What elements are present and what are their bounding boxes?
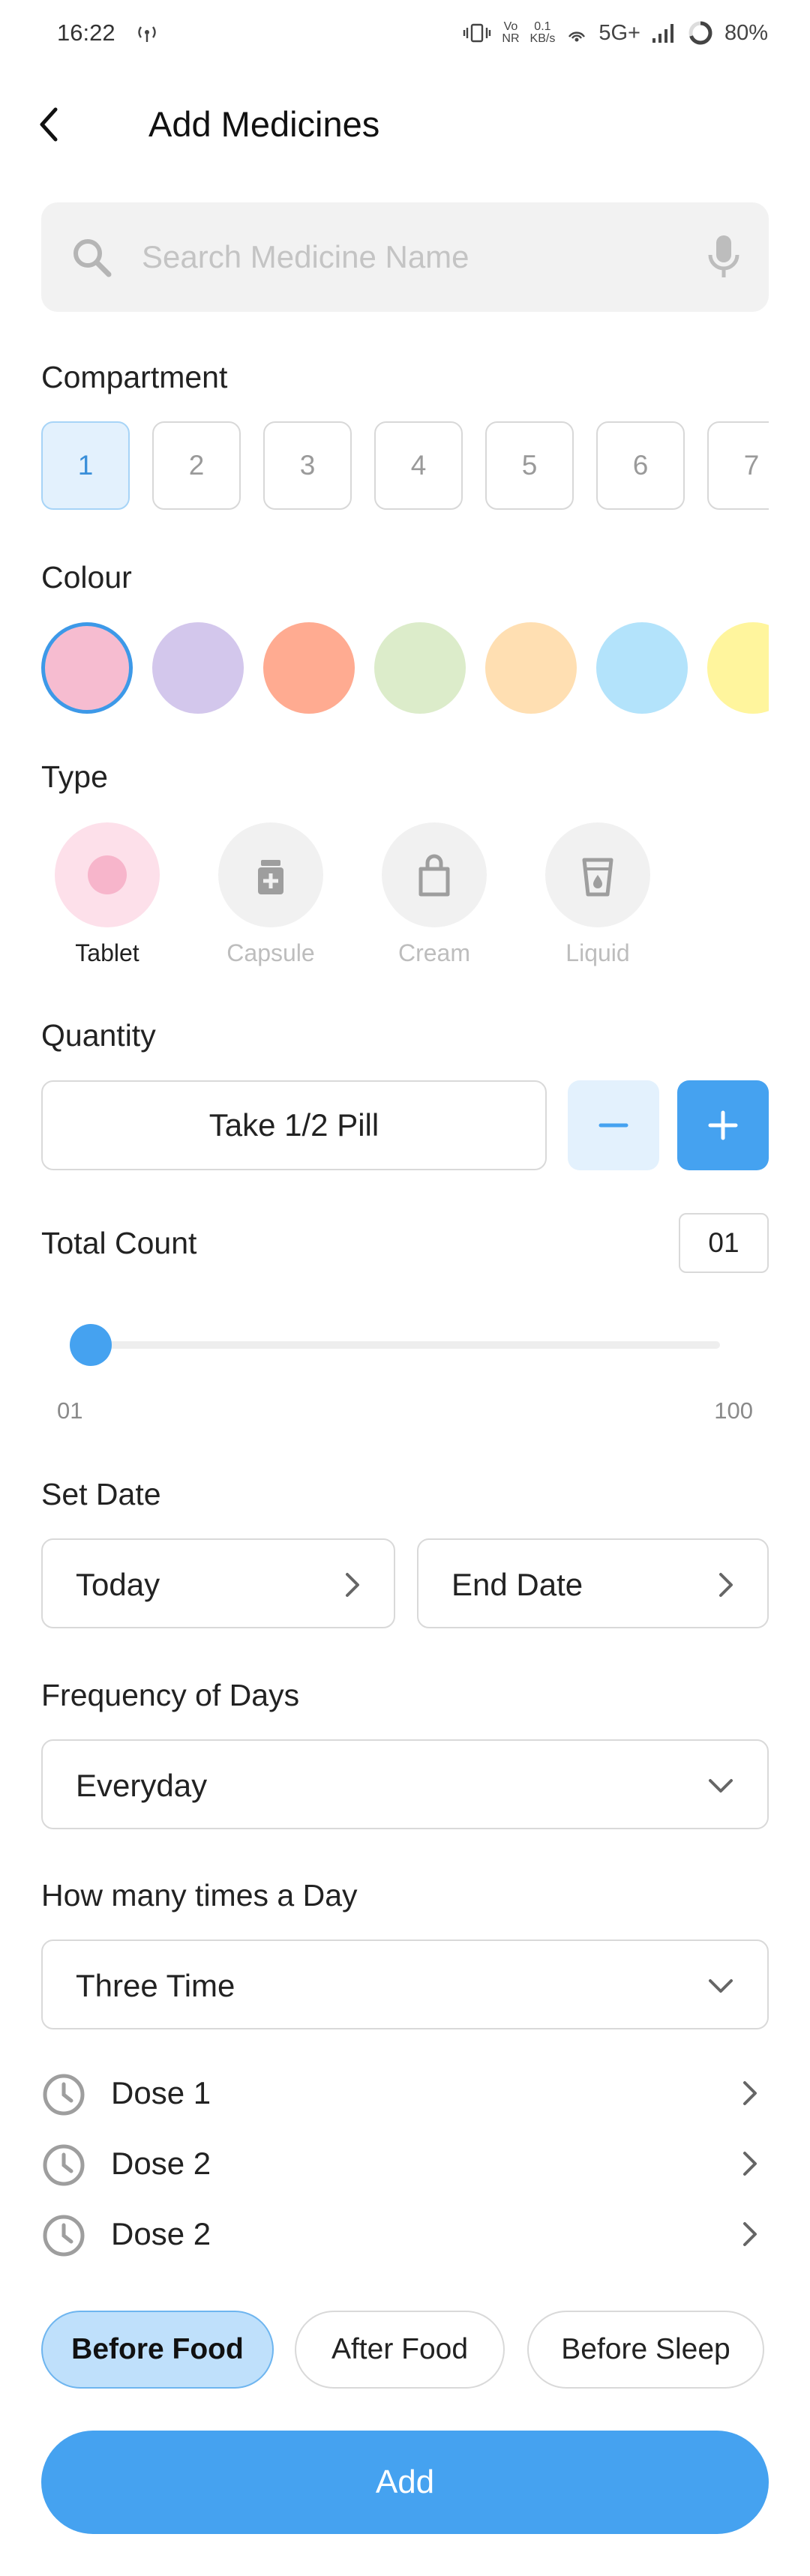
- volte-indicator: Vo NR: [502, 20, 520, 45]
- type-liquid-label: Liquid: [566, 939, 630, 966]
- vibrate-icon: [464, 23, 491, 43]
- end-date-field[interactable]: End Date: [417, 1538, 769, 1628]
- after-food-button[interactable]: After Food: [295, 2311, 505, 2389]
- battery-percent: 80%: [724, 20, 768, 45]
- status-bar: 16:22 Vo NR 0.1 KB/s 5G+ 80%: [0, 0, 810, 64]
- chevron-right-icon: [739, 2077, 761, 2113]
- clock-icon: [41, 2213, 86, 2262]
- chevron-down-icon: [704, 1969, 737, 2006]
- increase-quantity-button[interactable]: [677, 1080, 769, 1170]
- start-date-value: Today: [76, 1567, 160, 1602]
- slider-min-label: 01: [57, 1397, 83, 1424]
- type-label: Type: [41, 759, 108, 794]
- network-speed: 0.1 KB/s: [530, 20, 556, 45]
- chevron-right-icon: [739, 2218, 761, 2254]
- status-icons: Vo NR 0.1 KB/s 5G+ 80%: [463, 19, 768, 46]
- page-title: Add Medicines: [148, 104, 380, 144]
- dose-label: Dose 2: [111, 2146, 212, 2181]
- chevron-right-icon: [341, 1568, 364, 1605]
- back-arrow-icon: [40, 107, 58, 142]
- type-liquid[interactable]: Liquid: [545, 822, 650, 967]
- total-count-value[interactable]: 01: [679, 1213, 769, 1273]
- before-sleep-button[interactable]: Before Sleep: [527, 2311, 764, 2389]
- add-button[interactable]: Add: [41, 2431, 769, 2534]
- compartment-1[interactable]: 1: [41, 421, 130, 510]
- back-button[interactable]: [33, 103, 64, 145]
- colour-swatch[interactable]: [707, 622, 769, 714]
- compartment-4[interactable]: 4: [374, 421, 463, 510]
- frequency-label: Frequency of Days: [41, 1678, 300, 1712]
- compartment-label: Compartment: [41, 360, 228, 394]
- start-date-field[interactable]: Today: [41, 1538, 395, 1628]
- end-date-value: End Date: [452, 1567, 584, 1602]
- colour-swatch[interactable]: [374, 622, 466, 714]
- battery-ring-icon: [688, 21, 712, 45]
- compartment-7[interactable]: 7: [707, 421, 769, 510]
- chevron-right-icon: [739, 2147, 761, 2184]
- chevron-right-icon: [715, 1568, 737, 1605]
- plus-icon: [708, 1110, 738, 1140]
- times-a-day-label: How many times a Day: [41, 1878, 358, 1913]
- type-cream-label: Cream: [398, 939, 470, 966]
- type-capsule[interactable]: Capsule: [218, 822, 323, 967]
- colour-swatch[interactable]: [485, 622, 577, 714]
- type-tablet[interactable]: Tablet: [55, 822, 160, 967]
- signal-icon: [652, 24, 674, 43]
- search-icon: [70, 235, 113, 283]
- wifi-calling-icon: [568, 31, 586, 42]
- network-type: 5G+: [598, 20, 640, 45]
- capsule-icon: [218, 822, 323, 927]
- search-bar[interactable]: [41, 202, 769, 312]
- count-slider-track[interactable]: [90, 1341, 720, 1349]
- compartment-5[interactable]: 5: [485, 421, 574, 510]
- dose-row[interactable]: Dose 2: [41, 2206, 769, 2266]
- dose-row[interactable]: Dose 2: [41, 2135, 769, 2195]
- dose-row[interactable]: Dose 1: [41, 2065, 769, 2125]
- colour-swatch[interactable]: [263, 622, 355, 714]
- times-a-day-value: Three Time: [76, 1968, 236, 2003]
- frequency-dropdown[interactable]: Everyday: [41, 1739, 769, 1829]
- colour-label: Colour: [41, 560, 132, 595]
- total-count-label: Total Count: [41, 1226, 197, 1260]
- type-tablet-label: Tablet: [75, 939, 140, 966]
- minus-icon: [598, 1123, 628, 1128]
- set-date-label: Set Date: [41, 1477, 161, 1511]
- quantity-display[interactable]: Take 1/2 Pill: [41, 1080, 547, 1170]
- liquid-icon: [545, 822, 650, 927]
- clock-icon: [41, 2072, 86, 2121]
- compartment-3[interactable]: 3: [263, 421, 352, 510]
- hotspot-icon: [134, 21, 160, 47]
- decrease-quantity-button[interactable]: [568, 1080, 659, 1170]
- clock-icon: [41, 2143, 86, 2191]
- compartment-selector: 1 2 3 4 5 6 7: [41, 421, 769, 515]
- tablet-icon: [55, 822, 160, 927]
- compartment-6[interactable]: 6: [596, 421, 685, 510]
- colour-selector: [41, 622, 769, 720]
- quantity-label: Quantity: [41, 1018, 156, 1053]
- colour-swatch[interactable]: [152, 622, 244, 714]
- chevron-down-icon: [704, 1769, 737, 1806]
- microphone-icon[interactable]: [707, 234, 740, 284]
- type-cream[interactable]: Cream: [382, 822, 487, 967]
- dose-label: Dose 2: [111, 2216, 212, 2251]
- count-slider-thumb[interactable]: [70, 1324, 112, 1366]
- colour-swatch[interactable]: [596, 622, 688, 714]
- cream-icon: [382, 822, 487, 927]
- compartment-2[interactable]: 2: [152, 421, 241, 510]
- frequency-value: Everyday: [76, 1768, 208, 1803]
- times-a-day-dropdown[interactable]: Three Time: [41, 1939, 769, 2029]
- slider-max-label: 100: [714, 1397, 753, 1424]
- status-time: 16:22: [57, 19, 116, 46]
- dose-label: Dose 1: [111, 2075, 212, 2110]
- before-food-button[interactable]: Before Food: [41, 2311, 274, 2389]
- type-capsule-label: Capsule: [226, 939, 315, 966]
- colour-swatch[interactable]: [41, 622, 133, 714]
- search-input[interactable]: [140, 232, 713, 282]
